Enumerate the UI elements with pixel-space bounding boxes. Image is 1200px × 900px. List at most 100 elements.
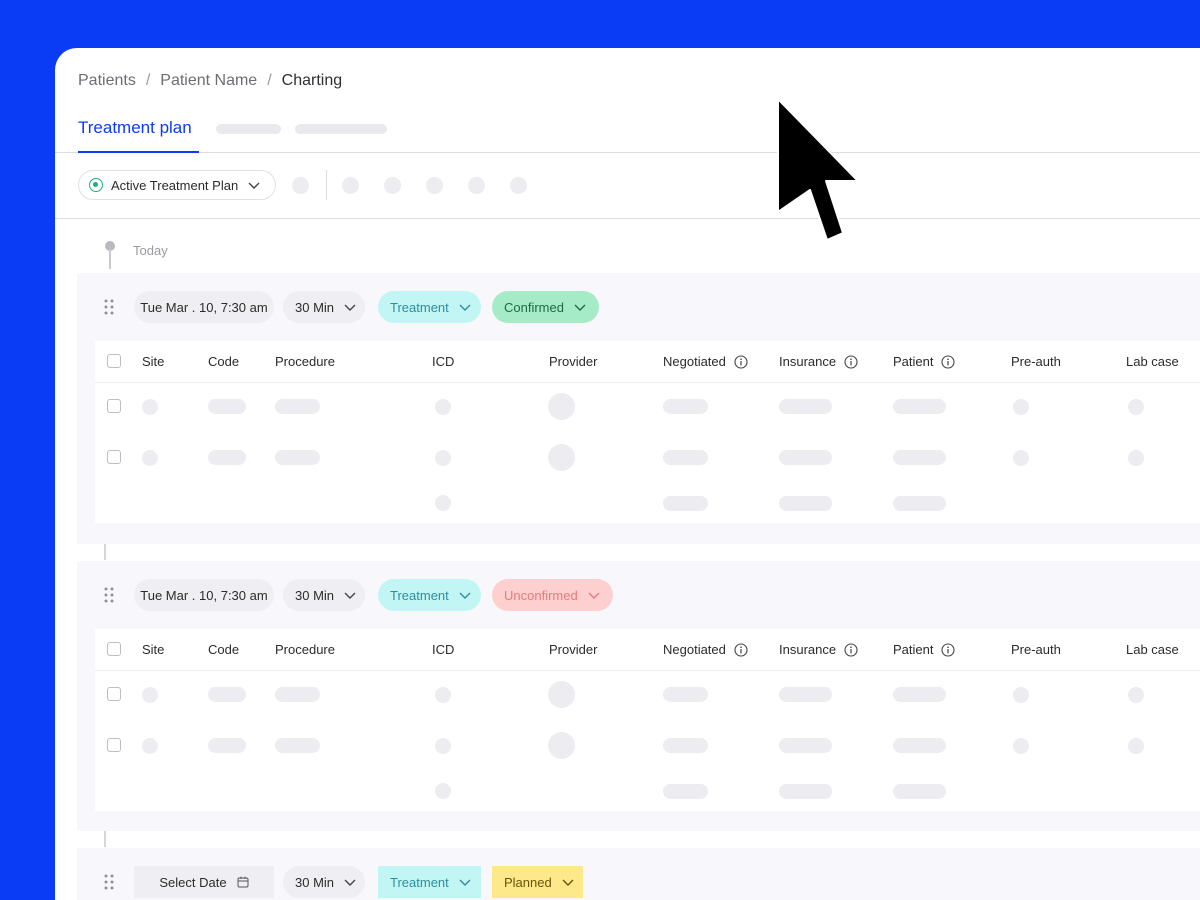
chevron-down-icon xyxy=(459,592,471,599)
column-procedure: Procedure xyxy=(275,642,335,657)
status-select-planned[interactable]: Planned xyxy=(492,866,583,898)
tab-treatment-plan[interactable]: Treatment plan xyxy=(78,118,192,138)
procedure-placeholder xyxy=(275,399,320,414)
preauth-placeholder xyxy=(1013,738,1029,754)
column-patient-label: Patient xyxy=(893,354,934,369)
breadcrumb-patients[interactable]: Patients xyxy=(78,72,136,90)
toolbar-button-placeholder[interactable] xyxy=(342,177,359,194)
toolbar-button-placeholder[interactable] xyxy=(426,177,443,194)
column-code: Code xyxy=(208,354,240,369)
date-label: Tue Mar . 10, 7:30 am xyxy=(140,587,268,603)
column-icd: ICD xyxy=(432,642,455,657)
column-insurance-label: Insurance xyxy=(779,354,837,369)
calendar-icon xyxy=(237,876,249,888)
timeline-line xyxy=(109,249,111,269)
procedure-placeholder xyxy=(275,738,320,753)
appointment-card: Select Date 30 Min Treatment Planned xyxy=(77,848,1200,900)
info-icon[interactable] xyxy=(941,642,956,657)
column-negotiated-label: Negotiated xyxy=(663,354,726,369)
date-picker[interactable]: Tue Mar . 10, 7:30 am xyxy=(134,291,274,323)
patient-placeholder xyxy=(893,784,946,799)
status-select-unconfirmed[interactable]: Unconfirmed xyxy=(492,579,613,611)
toolbar-divider xyxy=(326,170,327,200)
column-labcase: Lab case xyxy=(1126,354,1179,369)
row-checkbox[interactable] xyxy=(107,687,121,701)
date-label: Select Date xyxy=(159,874,227,890)
toolbar-button-placeholder[interactable] xyxy=(292,177,309,194)
negotiated-placeholder xyxy=(663,450,708,465)
status-label: Planned xyxy=(504,874,552,890)
negotiated-placeholder xyxy=(663,399,708,414)
select-all-checkbox[interactable] xyxy=(107,642,121,656)
code-placeholder xyxy=(208,399,246,414)
toolbar-button-placeholder[interactable] xyxy=(510,177,527,194)
info-icon[interactable] xyxy=(734,354,748,369)
chevron-down-icon xyxy=(459,304,471,311)
treatment-plan-select-label: Active Treatment Plan xyxy=(111,177,239,193)
patient-placeholder xyxy=(893,738,946,753)
duration-select[interactable]: 30 Min xyxy=(283,866,365,898)
chevron-down-icon xyxy=(562,879,574,886)
provider-avatar-placeholder xyxy=(548,444,575,471)
info-icon[interactable] xyxy=(941,354,956,369)
column-insurance: Insurance xyxy=(779,642,858,657)
toolbar: Active Treatment Plan xyxy=(55,152,1200,219)
column-preauth: Pre-auth xyxy=(1011,354,1061,369)
site-placeholder xyxy=(142,399,158,415)
drag-handle-icon[interactable] xyxy=(104,299,114,315)
treatment-plan-select[interactable]: Active Treatment Plan xyxy=(78,170,276,200)
date-picker[interactable]: Select Date xyxy=(134,866,274,898)
appointment-type-select[interactable]: Treatment xyxy=(378,579,481,611)
icd-placeholder xyxy=(435,738,451,754)
timeline-connector xyxy=(104,831,106,847)
table-header: Site Code Procedure ICD Provider Negotia… xyxy=(95,629,1200,671)
date-picker[interactable]: Tue Mar . 10, 7:30 am xyxy=(134,579,274,611)
appointment-type-select[interactable]: Treatment xyxy=(378,291,481,323)
select-all-checkbox[interactable] xyxy=(107,354,121,368)
labcase-placeholder xyxy=(1128,738,1144,754)
row-checkbox[interactable] xyxy=(107,399,121,413)
patient-placeholder xyxy=(893,496,946,511)
duration-select[interactable]: 30 Min xyxy=(283,291,365,323)
site-placeholder xyxy=(142,738,158,754)
info-icon[interactable] xyxy=(844,354,858,369)
code-placeholder xyxy=(208,738,246,753)
patient-placeholder xyxy=(893,450,946,465)
column-site: Site xyxy=(142,642,165,657)
column-procedure: Procedure xyxy=(275,354,335,369)
icd-placeholder xyxy=(435,783,451,799)
column-site: Site xyxy=(142,354,165,369)
info-icon[interactable] xyxy=(734,642,748,657)
duration-select[interactable]: 30 Min xyxy=(283,579,365,611)
appointment-type-label: Treatment xyxy=(390,587,449,603)
site-placeholder xyxy=(142,450,158,466)
radio-selected-icon xyxy=(89,178,103,192)
negotiated-placeholder xyxy=(663,738,708,753)
toolbar-button-placeholder[interactable] xyxy=(468,177,485,194)
status-select-confirmed[interactable]: Confirmed xyxy=(492,291,599,323)
row-checkbox[interactable] xyxy=(107,450,121,464)
negotiated-placeholder xyxy=(663,496,708,511)
procedure-table: Site Code Procedure ICD Provider Negotia… xyxy=(95,629,1200,811)
chevron-down-icon xyxy=(574,304,586,311)
charting-window: Patients / Patient Name / Charting Treat… xyxy=(55,48,1200,900)
info-icon[interactable] xyxy=(844,642,858,657)
insurance-placeholder xyxy=(779,784,832,799)
chevron-down-icon xyxy=(344,879,356,886)
tab-placeholder[interactable] xyxy=(295,124,387,134)
drag-handle-icon[interactable] xyxy=(104,874,114,890)
tab-placeholder[interactable] xyxy=(216,124,281,134)
drag-handle-icon[interactable] xyxy=(104,587,114,603)
column-negotiated: Negotiated xyxy=(663,354,748,369)
column-patient: Patient xyxy=(893,642,956,657)
icd-placeholder xyxy=(435,687,451,703)
column-code: Code xyxy=(208,642,240,657)
provider-avatar-placeholder xyxy=(548,732,575,759)
breadcrumb-patient-name[interactable]: Patient Name xyxy=(160,72,257,90)
column-preauth: Pre-auth xyxy=(1011,642,1061,657)
appointment-header: Tue Mar . 10, 7:30 am 30 Min Treatment C… xyxy=(77,273,1200,341)
row-checkbox[interactable] xyxy=(107,738,121,752)
column-insurance: Insurance xyxy=(779,354,858,369)
toolbar-button-placeholder[interactable] xyxy=(384,177,401,194)
appointment-type-select[interactable]: Treatment xyxy=(378,866,481,898)
